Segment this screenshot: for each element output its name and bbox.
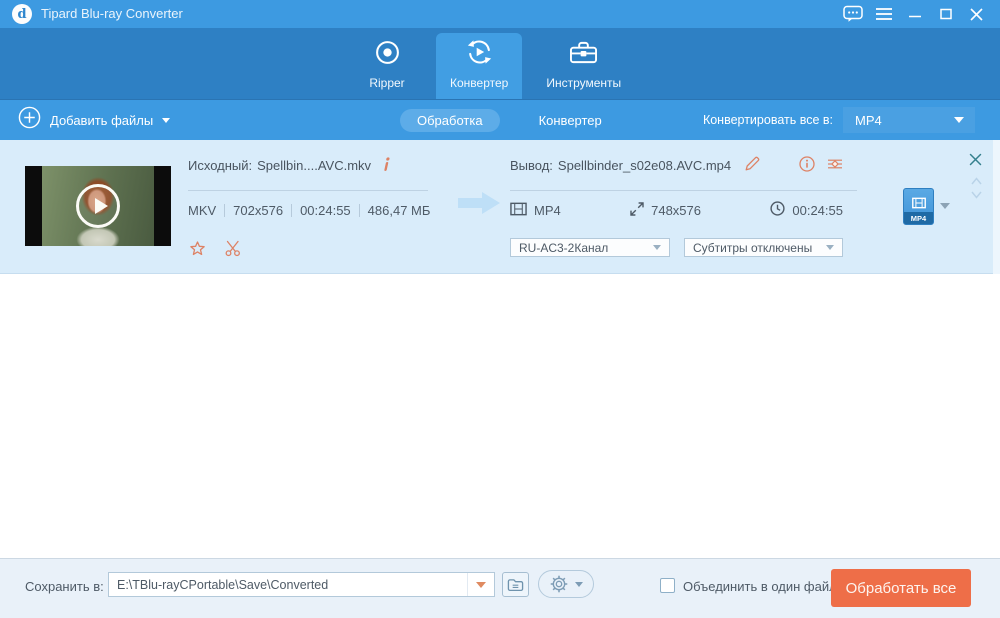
save-to-label: Сохранить в: xyxy=(25,579,104,594)
subtitle-select[interactable]: Субтитры отключены xyxy=(684,238,843,257)
info-icon[interactable] xyxy=(381,156,392,174)
merge-checkbox[interactable] xyxy=(660,578,675,593)
source-size: 486,47 МБ xyxy=(367,203,431,218)
chevron-down-icon xyxy=(826,245,834,250)
subtitle-value: Субтитры отключены xyxy=(693,240,813,255)
output-info: Вывод: Spellbinder_s02e08.AVC.mp4 MP4 74… xyxy=(510,156,857,257)
chevron-down-icon xyxy=(574,581,583,587)
clock-icon xyxy=(770,201,785,219)
toolbar: Добавить файлы Обработка Конвертер Конве… xyxy=(0,99,1000,140)
source-prefix: Исходный: xyxy=(188,157,253,173)
output-meta: MP4 748x576 00:24:55 xyxy=(510,201,843,219)
close-button[interactable] xyxy=(961,0,992,28)
plus-circle-icon xyxy=(18,106,41,134)
file-format-button[interactable]: MP4 xyxy=(903,188,934,225)
source-filename: Spellbin....AVC.mkv xyxy=(257,157,372,173)
chevron-down-icon xyxy=(476,581,486,588)
rename-icon[interactable] xyxy=(744,156,760,175)
play-icon[interactable] xyxy=(76,184,120,228)
output-prefix: Вывод: xyxy=(510,157,553,173)
mode-tab-processing[interactable]: Обработка xyxy=(400,108,500,132)
scrollbar-track[interactable] xyxy=(993,140,1000,274)
adjust-settings-icon[interactable] xyxy=(827,156,843,177)
output-resolution: 748x576 xyxy=(651,202,701,218)
output-duration: 00:24:55 xyxy=(792,202,843,218)
feedback-icon[interactable] xyxy=(837,0,868,28)
open-folder-button[interactable] xyxy=(502,572,529,597)
app-title: Tipard Blu-ray Converter xyxy=(41,6,183,21)
menu-icon[interactable] xyxy=(868,0,899,28)
titlebar: d Tipard Blu-ray Converter xyxy=(0,0,1000,28)
remove-file-button[interactable] xyxy=(969,153,982,171)
save-path-control xyxy=(108,572,495,597)
disc-icon xyxy=(374,39,401,71)
divider xyxy=(510,190,857,191)
nav-tab-label: Ripper xyxy=(369,75,405,90)
nav-tab-converter[interactable]: Конвертер xyxy=(436,33,523,99)
nav-tab-ripper[interactable]: Ripper xyxy=(348,33,426,99)
output-info-icon[interactable] xyxy=(799,156,815,177)
mode-tabs: Обработка Конвертер xyxy=(400,100,619,140)
move-down-button[interactable] xyxy=(971,186,982,204)
nav-tab-label: Инструменты xyxy=(546,75,622,90)
output-format: MP4 xyxy=(534,202,561,218)
chevron-down-icon xyxy=(954,117,964,123)
merge-label: Объединить в один файл xyxy=(683,579,837,594)
chevron-down-icon xyxy=(653,245,661,250)
save-path-input[interactable] xyxy=(109,573,467,596)
maximize-button[interactable] xyxy=(930,0,961,28)
window-controls xyxy=(837,0,992,28)
global-format-value: MP4 xyxy=(855,112,882,128)
add-files-label: Добавить файлы xyxy=(50,112,154,128)
chevron-down-icon xyxy=(162,117,171,123)
nav-tab-tools[interactable]: Инструменты xyxy=(532,33,635,99)
source-meta: MKV 702x576 00:24:55 486,47 МБ xyxy=(188,203,430,218)
file-list-empty-area xyxy=(0,275,1000,558)
resolution-icon xyxy=(630,201,644,219)
audio-track-select[interactable]: RU-AC3-2Канал xyxy=(510,238,670,257)
global-format-dropdown[interactable]: MP4 xyxy=(843,107,975,133)
convert-all-control: Конвертировать все в: MP4 xyxy=(703,100,975,140)
video-thumbnail xyxy=(25,166,171,246)
save-path-dropdown[interactable] xyxy=(467,573,494,596)
main-nav: Ripper Конвертер Инструменты xyxy=(0,28,1000,99)
process-all-button[interactable]: Обработать все xyxy=(831,569,971,607)
bottom-bar: Сохранить в: Объединить в один файл Обра… xyxy=(0,558,1000,618)
nav-tabs: Ripper Конвертер Инструменты xyxy=(348,28,635,99)
convert-all-label: Конвертировать все в: xyxy=(702,113,833,127)
mode-tab-converter[interactable]: Конвертер xyxy=(522,109,619,132)
source-resolution: 702x576 xyxy=(233,203,284,218)
arrow-right-icon xyxy=(456,190,502,221)
cut-icon[interactable] xyxy=(224,240,243,264)
folder-icon xyxy=(507,578,524,591)
add-files-button[interactable]: Добавить файлы xyxy=(18,100,171,140)
convert-icon xyxy=(464,38,495,71)
minimize-button[interactable] xyxy=(899,0,930,28)
film-icon xyxy=(510,202,527,219)
file-row: Исходный: Spellbin....AVC.mkv MKV 702x57… xyxy=(0,140,1000,274)
settings-button[interactable] xyxy=(538,570,594,598)
app-window: d Tipard Blu-ray Converter Ripper Конвер… xyxy=(0,0,1000,618)
format-chevron-icon[interactable] xyxy=(940,203,950,209)
edit-effects-icon[interactable] xyxy=(188,240,207,264)
source-duration: 00:24:55 xyxy=(300,203,351,218)
nav-tab-label: Конвертер xyxy=(450,76,509,90)
app-logo-icon: d xyxy=(12,4,32,24)
source-format: MKV xyxy=(188,203,217,218)
source-info: Исходный: Spellbin....AVC.mkv MKV 702x57… xyxy=(188,156,430,257)
output-filename: Spellbinder_s02e08.AVC.mp4 xyxy=(557,157,732,173)
audio-track-value: RU-AC3-2Канал xyxy=(519,240,609,255)
divider xyxy=(188,190,428,191)
file-format-label: MP4 xyxy=(904,212,933,224)
toolbox-icon xyxy=(568,39,599,71)
gear-icon xyxy=(550,575,567,593)
film-icon xyxy=(911,197,926,209)
